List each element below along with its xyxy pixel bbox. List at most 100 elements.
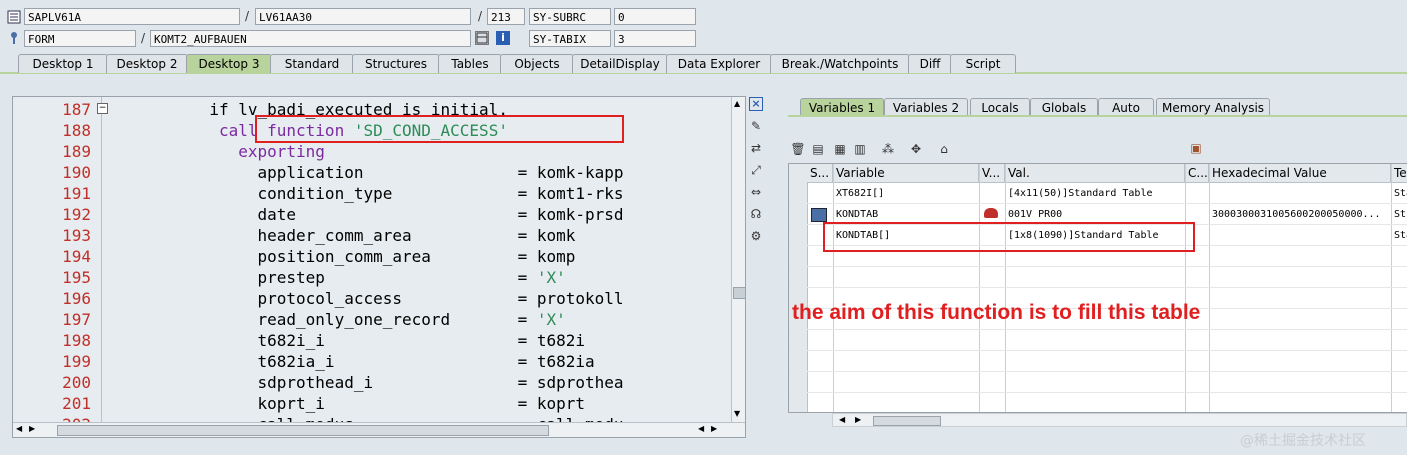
services-icon[interactable]: ☊ — [748, 206, 764, 222]
tab-variables-1[interactable]: Variables 1 — [800, 98, 884, 116]
hierarchy-icon[interactable]: ⁂ — [880, 141, 896, 157]
col-header-hex[interactable]: Hexadecimal Value — [1209, 164, 1391, 183]
code-line[interactable]: 194 position_comm_area = komp — [13, 246, 729, 267]
maximize-icon[interactable]: ⤢ — [748, 162, 764, 178]
include-field[interactable]: LV61AA30 — [255, 8, 471, 25]
code-token: koprt_i = koprt — [257, 394, 586, 413]
scroll-left-icon[interactable]: ◀ — [698, 424, 704, 433]
code-token: t682i_i = t682i — [257, 331, 586, 350]
code-keyword: exporting — [238, 142, 325, 161]
hscroll-thumb[interactable] — [57, 425, 549, 436]
line-number: 187 — [62, 100, 91, 119]
settings-icon[interactable]: ⚙ — [748, 228, 764, 244]
tab-globals[interactable]: Globals — [1030, 98, 1098, 116]
tab-script[interactable]: Script — [950, 54, 1016, 73]
new-tool-icon[interactable]: ✎ — [748, 118, 764, 134]
hscroll-thumb[interactable] — [873, 416, 941, 426]
table-row[interactable] — [789, 351, 1407, 372]
col-header-status[interactable]: S... — [807, 164, 833, 183]
code-line[interactable]: 197 read_only_one_record = 'X' — [13, 309, 729, 330]
hat-icon[interactable] — [984, 208, 998, 218]
grid-horizontal-scrollbar[interactable]: ◀ ▶ — [832, 413, 1407, 427]
subrc-value[interactable]: 0 — [614, 8, 696, 25]
list-icon[interactable]: ▦ — [832, 141, 848, 157]
print-icon[interactable]: ▥ — [852, 141, 868, 157]
table-row[interactable] — [789, 267, 1407, 288]
tab-standard[interactable]: Standard — [270, 54, 354, 73]
code-text: protocol_access = protokoll — [113, 288, 624, 309]
editor-horizontal-scrollbar[interactable]: ◀ ▶ ◀ ▶ — [13, 422, 745, 437]
type-cell: Str — [1394, 209, 1407, 220]
line-field[interactable]: 213 — [487, 8, 525, 25]
col-header-c[interactable]: C... — [1185, 164, 1209, 183]
col-header-v[interactable]: V... — [979, 164, 1005, 183]
scroll-right-icon[interactable]: ▶ — [29, 424, 35, 433]
code-token: date = komk-prsd — [257, 205, 624, 224]
code-line[interactable]: 195 prestep = 'X' — [13, 267, 729, 288]
code-line[interactable]: 196 protocol_access = protokoll — [13, 288, 729, 309]
tab-detaildisplay[interactable]: DetailDisplay — [572, 54, 668, 73]
editor-vertical-scrollbar[interactable]: ▲ ▼ — [731, 97, 745, 423]
tab-breakpoints[interactable]: Break./Watchpoints — [770, 54, 910, 73]
scroll-left-icon[interactable]: ◀ — [839, 415, 845, 424]
move-icon[interactable]: ✥ — [908, 141, 924, 157]
tab-locals[interactable]: Locals — [970, 98, 1030, 116]
col-header-value[interactable]: Val. — [1005, 164, 1185, 183]
delete-icon[interactable]: 🗑 — [790, 141, 806, 157]
code-line[interactable]: 193 header_comm_area = komk — [13, 225, 729, 246]
program-field[interactable]: SAPLV61A — [24, 8, 240, 25]
variable-cell[interactable]: XT682I[] — [833, 183, 979, 204]
code-text: condition_type = komt1-rks — [113, 183, 624, 204]
tab-tables[interactable]: Tables — [438, 54, 502, 73]
detail-icon[interactable]: ▤ — [810, 141, 826, 157]
tabix-value[interactable]: 3 — [614, 30, 696, 47]
tab-desktop-2[interactable]: Desktop 2 — [106, 54, 188, 73]
scroll-right-icon[interactable]: ▶ — [855, 415, 861, 424]
scroll-left-icon[interactable]: ◀ — [16, 424, 22, 433]
event-type-field[interactable]: FORM — [24, 30, 136, 47]
tab-structures[interactable]: Structures — [352, 54, 440, 73]
code-text: read_only_one_record = 'X' — [113, 309, 566, 330]
code-line[interactable]: 190 application = komk-kapp — [13, 162, 729, 183]
tab-diff[interactable]: Diff — [908, 54, 952, 73]
table-row[interactable] — [789, 372, 1407, 393]
code-line[interactable]: 192 date = komk-prsd — [13, 204, 729, 225]
info-icon[interactable]: i — [496, 31, 510, 45]
close-icon[interactable]: × — [749, 97, 763, 111]
code-text: koprt_i = koprt — [113, 393, 586, 414]
tab-objects[interactable]: Objects — [500, 54, 574, 73]
source-code-editor[interactable]: − 187 if lv_badi_executed is initial. 188… — [12, 96, 746, 438]
code-line[interactable]: 199 t682ia_i = t682ia — [13, 351, 729, 372]
code-line[interactable]: 191 condition_type = komt1-rks — [13, 183, 729, 204]
code-line[interactable]: 201 koprt_i = koprt — [13, 393, 729, 414]
value-cell[interactable]: [4x11(50)]Standard Table — [1005, 183, 1185, 204]
table-icon[interactable] — [475, 31, 489, 45]
scroll-thumb[interactable] — [733, 287, 745, 299]
code-line[interactable]: 200 sdprothead_i = sdprothea — [13, 372, 729, 393]
replace-tool-icon[interactable]: ⇄ — [748, 140, 764, 156]
code-line[interactable]: 198 t682i_i = t682i — [13, 330, 729, 351]
variables-grid[interactable]: S... Variable V... Val. C... Hexadecimal… — [788, 163, 1407, 413]
col-header-type[interactable]: Te — [1391, 164, 1407, 183]
scroll-up-icon[interactable]: ▲ — [734, 99, 740, 108]
col-header-variable[interactable]: Variable — [833, 164, 979, 183]
event-name-field[interactable]: KOMT2_AUFBAUEN — [150, 30, 471, 47]
table-row[interactable]: XT682I[] [4x11(50)]Standard Table Sta — [789, 183, 1407, 204]
tab-memory-analysis[interactable]: Memory Analysis — [1156, 98, 1270, 116]
tab-data-explorer[interactable]: Data Explorer — [666, 54, 772, 73]
line-number: 197 — [62, 310, 91, 329]
swap-icon[interactable]: ⇔ — [748, 184, 764, 200]
save-icon[interactable]: ▣ — [1188, 140, 1204, 156]
scroll-down-icon[interactable]: ▼ — [734, 409, 740, 418]
table-row[interactable] — [789, 330, 1407, 351]
code-line[interactable]: 189 exporting — [13, 141, 729, 162]
line-number: 199 — [62, 352, 91, 371]
tab-desktop-3[interactable]: Desktop 3 — [186, 54, 272, 73]
scroll-right-icon[interactable]: ▶ — [711, 424, 717, 433]
folder-icon[interactable]: ⌂ — [936, 141, 952, 157]
tab-desktop-1[interactable]: Desktop 1 — [18, 54, 108, 73]
tab-auto[interactable]: Auto — [1098, 98, 1154, 116]
tab-variables-2[interactable]: Variables 2 — [884, 98, 968, 116]
